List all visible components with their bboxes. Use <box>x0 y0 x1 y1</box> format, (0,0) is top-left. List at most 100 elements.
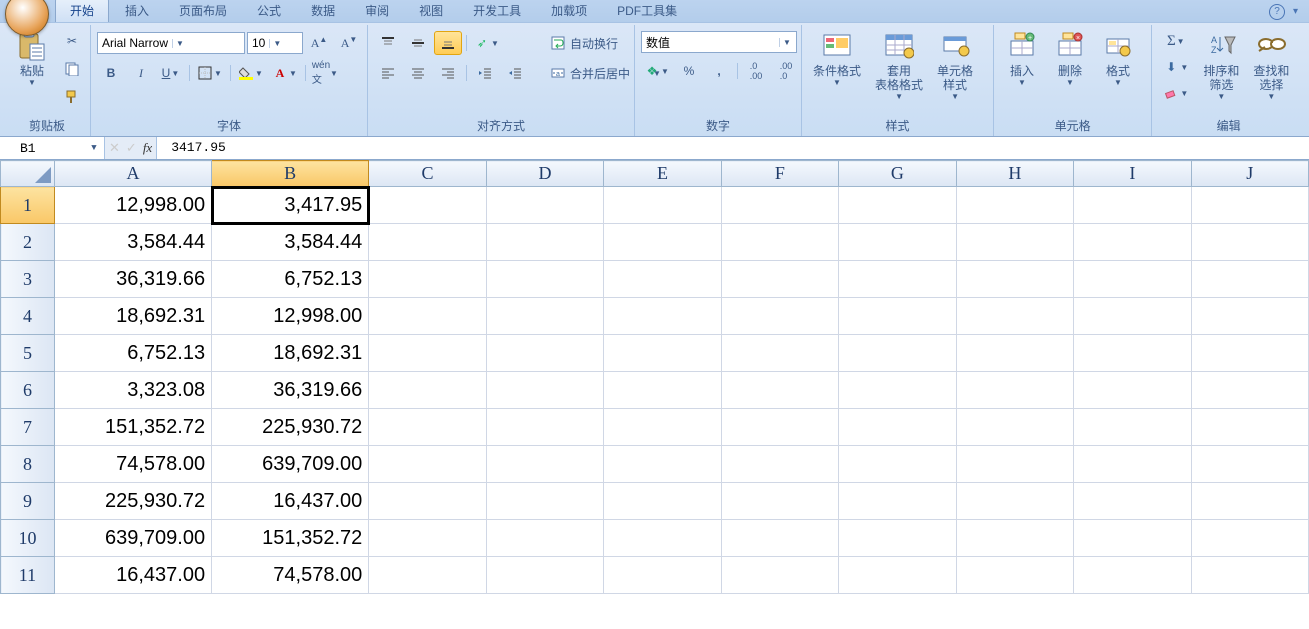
cell-C10[interactable] <box>369 520 486 557</box>
cell-A2[interactable]: 3,584.44 <box>54 224 211 261</box>
orientation-button[interactable]: ➶▼ <box>471 31 503 55</box>
tab-developer[interactable]: 开发工具 <box>459 0 535 22</box>
chevron-down-icon[interactable]: ▼ <box>86 140 102 156</box>
cell-J8[interactable] <box>1191 446 1308 483</box>
enter-formula-icon[interactable]: ✓ <box>126 141 137 156</box>
italic-button[interactable]: I <box>127 61 155 85</box>
underline-button[interactable]: U▼ <box>157 61 185 85</box>
align-center-button[interactable] <box>404 61 432 85</box>
cell-E9[interactable] <box>604 483 721 520</box>
select-all-corner[interactable] <box>1 161 55 187</box>
cell-B2[interactable]: 3,584.44 <box>212 224 369 261</box>
cell-E2[interactable] <box>604 224 721 261</box>
cell-E4[interactable] <box>604 298 721 335</box>
cell-E6[interactable] <box>604 372 721 409</box>
minimize-ribbon-icon[interactable]: ▾ <box>1293 6 1303 16</box>
row-header-1[interactable]: 1 <box>1 187 55 224</box>
find-select-button[interactable]: 查找和 选择 ▼ <box>1246 27 1296 104</box>
cell-B4[interactable]: 12,998.00 <box>212 298 369 335</box>
phonetic-button[interactable]: wén文▼ <box>310 61 342 85</box>
cell-G9[interactable] <box>839 483 957 520</box>
cell-E7[interactable] <box>604 409 721 446</box>
align-bottom-button[interactable] <box>434 31 462 55</box>
cell-D8[interactable] <box>486 446 604 483</box>
cell-F3[interactable] <box>721 261 838 298</box>
align-top-button[interactable] <box>374 31 402 55</box>
cell-I6[interactable] <box>1074 372 1191 409</box>
tab-view[interactable]: 视图 <box>405 0 457 22</box>
tab-addins[interactable]: 加载项 <box>537 0 601 22</box>
cell-E11[interactable] <box>604 557 721 594</box>
cell-A8[interactable]: 74,578.00 <box>54 446 211 483</box>
cell-D7[interactable] <box>486 409 604 446</box>
row-header-8[interactable]: 8 <box>1 446 55 483</box>
cell-H3[interactable] <box>956 261 1074 298</box>
decrease-font-button[interactable]: A▼ <box>335 31 363 55</box>
cell-I11[interactable] <box>1074 557 1191 594</box>
font-size-combo[interactable]: 10 ▼ <box>247 32 303 54</box>
tab-page-layout[interactable]: 页面布局 <box>165 0 241 22</box>
fill-button[interactable]: ⬇▼ <box>1158 55 1194 79</box>
cell-J9[interactable] <box>1191 483 1308 520</box>
cell-J7[interactable] <box>1191 409 1308 446</box>
format-cells-button[interactable]: 格式 ▼ <box>1094 27 1142 90</box>
cell-C1[interactable] <box>369 187 486 224</box>
row-header-11[interactable]: 11 <box>1 557 55 594</box>
cell-E10[interactable] <box>604 520 721 557</box>
cell-G10[interactable] <box>839 520 957 557</box>
row-header-10[interactable]: 10 <box>1 520 55 557</box>
cell-F8[interactable] <box>721 446 838 483</box>
accounting-button[interactable]: ❖▼ <box>641 59 673 83</box>
name-box[interactable]: B1 ▼ <box>0 137 105 159</box>
cell-A3[interactable]: 36,319.66 <box>54 261 211 298</box>
insert-cells-button[interactable]: + 插入 ▼ <box>998 27 1046 90</box>
cell-F4[interactable] <box>721 298 838 335</box>
conditional-format-button[interactable]: 条件格式 ▼ <box>806 27 868 90</box>
cell-F7[interactable] <box>721 409 838 446</box>
column-header-B[interactable]: B <box>212 161 369 187</box>
cell-A7[interactable]: 151,352.72 <box>54 409 211 446</box>
cell-J11[interactable] <box>1191 557 1308 594</box>
tab-data[interactable]: 数据 <box>297 0 349 22</box>
cell-I3[interactable] <box>1074 261 1191 298</box>
cell-H10[interactable] <box>956 520 1074 557</box>
clear-button[interactable]: ▼ <box>1158 81 1194 105</box>
cell-H2[interactable] <box>956 224 1074 261</box>
cell-A10[interactable]: 639,709.00 <box>54 520 211 557</box>
font-color-button[interactable]: A▼ <box>269 61 301 85</box>
cell-D10[interactable] <box>486 520 604 557</box>
cell-H7[interactable] <box>956 409 1074 446</box>
cell-styles-button[interactable]: 单元格 样式 ▼ <box>930 27 980 104</box>
cell-E1[interactable] <box>604 187 721 224</box>
cell-C2[interactable] <box>369 224 486 261</box>
cell-J5[interactable] <box>1191 335 1308 372</box>
column-header-G[interactable]: G <box>839 161 957 187</box>
column-header-D[interactable]: D <box>486 161 604 187</box>
cell-I5[interactable] <box>1074 335 1191 372</box>
cell-F6[interactable] <box>721 372 838 409</box>
cell-I10[interactable] <box>1074 520 1191 557</box>
cell-E5[interactable] <box>604 335 721 372</box>
cell-G6[interactable] <box>839 372 957 409</box>
cell-I2[interactable] <box>1074 224 1191 261</box>
tab-insert[interactable]: 插入 <box>111 0 163 22</box>
copy-button[interactable] <box>58 57 86 81</box>
paste-button[interactable]: 粘贴 ▼ <box>8 27 56 90</box>
increase-font-button[interactable]: A▲ <box>305 31 333 55</box>
cell-D9[interactable] <box>486 483 604 520</box>
insert-function-button[interactable]: fx <box>143 140 152 156</box>
cell-C6[interactable] <box>369 372 486 409</box>
cell-I1[interactable] <box>1074 187 1191 224</box>
cell-I9[interactable] <box>1074 483 1191 520</box>
cell-G11[interactable] <box>839 557 957 594</box>
comma-button[interactable]: , <box>705 59 733 83</box>
format-painter-button[interactable] <box>58 85 86 109</box>
align-middle-button[interactable] <box>404 31 432 55</box>
cell-D11[interactable] <box>486 557 604 594</box>
cell-C8[interactable] <box>369 446 486 483</box>
spreadsheet-grid[interactable]: ABCDEFGHIJ 112,998.003,417.9523,584.443,… <box>0 160 1309 629</box>
cell-A1[interactable]: 12,998.00 <box>54 187 211 224</box>
cell-J1[interactable] <box>1191 187 1308 224</box>
fill-color-button[interactable]: ▼ <box>235 61 267 85</box>
row-header-5[interactable]: 5 <box>1 335 55 372</box>
